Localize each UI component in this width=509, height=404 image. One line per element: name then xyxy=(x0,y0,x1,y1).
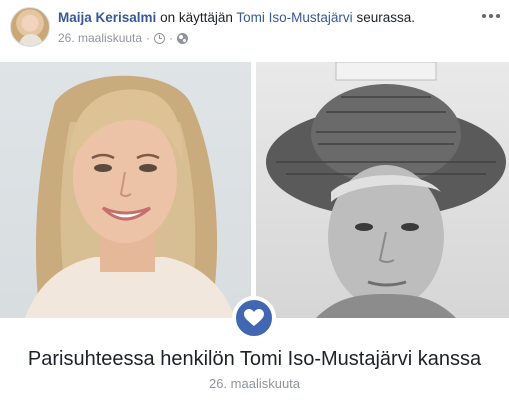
portrait-woman-illustration xyxy=(25,75,235,318)
profile-photo-tomi[interactable] xyxy=(256,62,509,318)
post-headline: Maija Kerisalmi on käyttäjän Tomi Iso-Mu… xyxy=(58,9,415,27)
more-dot xyxy=(489,14,493,18)
meta-separator: · xyxy=(146,31,151,45)
profile-photo-maija[interactable] xyxy=(0,62,251,318)
life-event-photos xyxy=(0,62,509,318)
post-meta: 26. maaliskuuta · · xyxy=(58,30,189,46)
post-header: Maija Kerisalmi on käyttäjän Tomi Iso-Mu… xyxy=(0,0,509,60)
life-event-title[interactable]: Parisuhteessa henkilön Tomi Iso-Mustajär… xyxy=(0,346,509,372)
action-suffix: seurassa. xyxy=(356,10,415,25)
more-dot xyxy=(496,14,500,18)
more-dot xyxy=(482,14,486,18)
more-options-icon[interactable] xyxy=(478,6,504,26)
portrait-man-illustration xyxy=(266,62,506,318)
heart-icon xyxy=(244,309,264,326)
life-event-date: 26. maaliskuuta xyxy=(208,376,301,391)
avatar[interactable] xyxy=(10,7,50,47)
target-name-link[interactable]: Tomi Iso-Mustajärvi xyxy=(236,10,352,25)
globe-icon[interactable] xyxy=(177,32,189,44)
action-text: on käyttäjän xyxy=(160,10,233,25)
post-date-link[interactable]: 26. maaliskuuta xyxy=(58,30,142,46)
actor-name-link[interactable]: Maija Kerisalmi xyxy=(58,10,156,25)
clock-icon xyxy=(154,32,166,44)
relationship-badge xyxy=(232,296,276,340)
meta-separator-2: · xyxy=(169,31,174,45)
